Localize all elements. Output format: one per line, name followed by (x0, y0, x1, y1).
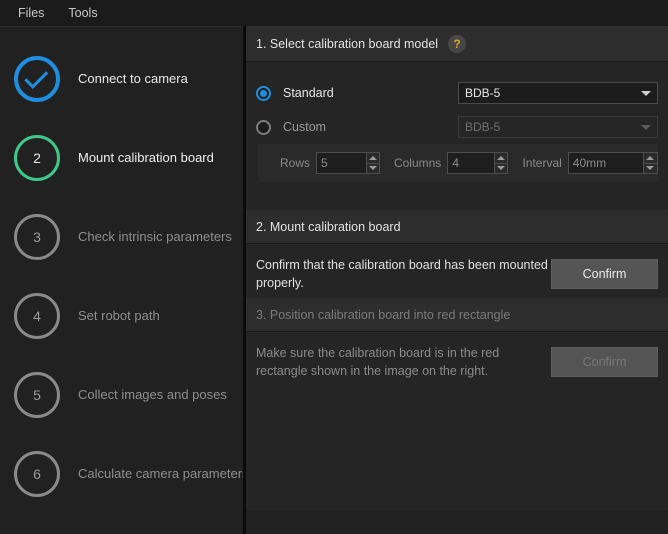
section-3-instruction-row: Make sure the calibration board is in th… (246, 332, 668, 392)
step-circle-4: 4 (14, 292, 60, 339)
section-3-instruction: Make sure the calibration board is in th… (256, 346, 500, 379)
standard-radio-row[interactable]: Standard (246, 76, 334, 110)
sidebar-step-label-5: Collect images and poses (78, 387, 227, 402)
interval-increment-button[interactable] (643, 153, 657, 164)
custom-radio[interactable] (256, 119, 271, 135)
step-circle-1 (14, 55, 60, 102)
sidebar-step-label-4: Set robot path (78, 308, 160, 323)
section-1-title: 1. Select calibration board model (256, 36, 439, 51)
custom-radio-label: Custom (283, 120, 327, 134)
standard-radio[interactable] (256, 85, 271, 101)
menu-bar: Files Tools (0, 0, 668, 26)
interval-label: Interval (522, 156, 562, 170)
menu-item-tools[interactable]: Tools (58, 2, 107, 24)
interval-decrement-button[interactable] (643, 163, 657, 173)
steps-sidebar: Connect to camera 2 Mount calibration bo… (0, 26, 249, 534)
triangle-up-icon (497, 155, 506, 160)
sidebar-step-label-3: Check intrinsic parameters (78, 229, 232, 244)
check-icon (24, 64, 49, 89)
columns-stepper-buttons[interactable] (494, 153, 508, 173)
section-3-title: 3. Position calibration board into red r… (256, 307, 511, 322)
step-circle-5: 5 (14, 371, 60, 418)
triangle-up-icon (368, 155, 377, 160)
interval-stepper[interactable] (567, 152, 658, 174)
wizard-panel: 1. Select calibration board model ? Stan… (246, 26, 668, 534)
custom-model-dropdown: BDB-5 (458, 116, 658, 138)
help-question-icon[interactable]: ? (448, 34, 467, 53)
standard-model-dropdown[interactable]: BDB-5 (458, 82, 658, 104)
sidebar-step-calculate-camera-parameters[interactable]: 6 Calculate camera parameters (0, 434, 249, 513)
interval-input[interactable] (568, 153, 643, 173)
section-2-instruction-row: Confirm that the calibration board has b… (246, 244, 668, 304)
rows-increment-button[interactable] (366, 153, 379, 164)
step-circle-2: 2 (14, 134, 60, 181)
section-2-instruction: Confirm that the calibration board has b… (256, 258, 548, 291)
rows-stepper[interactable] (316, 152, 380, 174)
columns-label: Columns (393, 156, 442, 170)
standard-radio-label: Standard (283, 86, 334, 100)
rows-label: Rows (280, 156, 311, 170)
sidebar-step-set-robot-path[interactable]: 4 Set robot path (0, 276, 243, 355)
custom-model-value: BDB-5 (465, 120, 501, 134)
chevron-down-icon (641, 124, 651, 130)
triangle-up-icon (646, 155, 655, 160)
sidebar-step-label-2: Mount calibration board (78, 150, 214, 165)
section-1-body: Standard BDB-5 Custom BDB-5 (246, 62, 668, 210)
columns-decrement-button[interactable] (495, 163, 508, 173)
section-3-header: 3. Position calibration board into red r… (246, 298, 668, 332)
standard-model-value: BDB-5 (465, 86, 501, 100)
columns-increment-button[interactable] (495, 153, 508, 164)
sidebar-step-mount-calibration-board[interactable]: 2 Mount calibration board (0, 118, 243, 197)
position-confirm-button: Confirm (551, 347, 658, 378)
app-window: Files Tools Connect to camera 2 Mount ca… (0, 0, 668, 534)
columns-stepper[interactable] (447, 152, 509, 174)
mount-confirm-button[interactable]: Confirm (551, 259, 658, 290)
section-1-header: 1. Select calibration board model ? (246, 26, 668, 62)
interval-stepper-buttons[interactable] (642, 153, 657, 173)
sidebar-step-collect-images-and-poses[interactable]: 5 Collect images and poses (0, 355, 243, 434)
triangle-down-icon (368, 166, 377, 171)
sidebar-step-check-intrinsic-parameters[interactable]: 3 Check intrinsic parameters (0, 197, 243, 276)
section-2-header: 2. Mount calibration board (246, 210, 668, 244)
rows-decrement-button[interactable] (366, 163, 379, 173)
section-2-title: 2. Mount calibration board (256, 219, 401, 234)
rows-input[interactable] (317, 153, 366, 173)
rows-stepper-buttons[interactable] (365, 153, 379, 173)
sidebar-step-connect-to-camera[interactable]: Connect to camera (0, 39, 243, 118)
columns-input[interactable] (448, 153, 495, 173)
step-circle-6: 6 (14, 450, 60, 497)
board-params-group: Rows Columns Interval (258, 144, 658, 182)
section-3-body: Make sure the calibration board is in th… (246, 332, 668, 510)
chevron-down-icon (641, 90, 651, 96)
triangle-down-icon (646, 166, 655, 171)
triangle-down-icon (497, 166, 506, 171)
section-2-body: Confirm that the calibration board has b… (246, 244, 668, 298)
menu-item-files[interactable]: Files (8, 2, 54, 24)
sidebar-step-label-1: Connect to camera (78, 71, 188, 86)
custom-radio-row[interactable]: Custom (246, 110, 326, 144)
step-circle-3: 3 (14, 213, 60, 260)
sidebar-step-label-6: Calculate camera parameters (78, 466, 249, 481)
